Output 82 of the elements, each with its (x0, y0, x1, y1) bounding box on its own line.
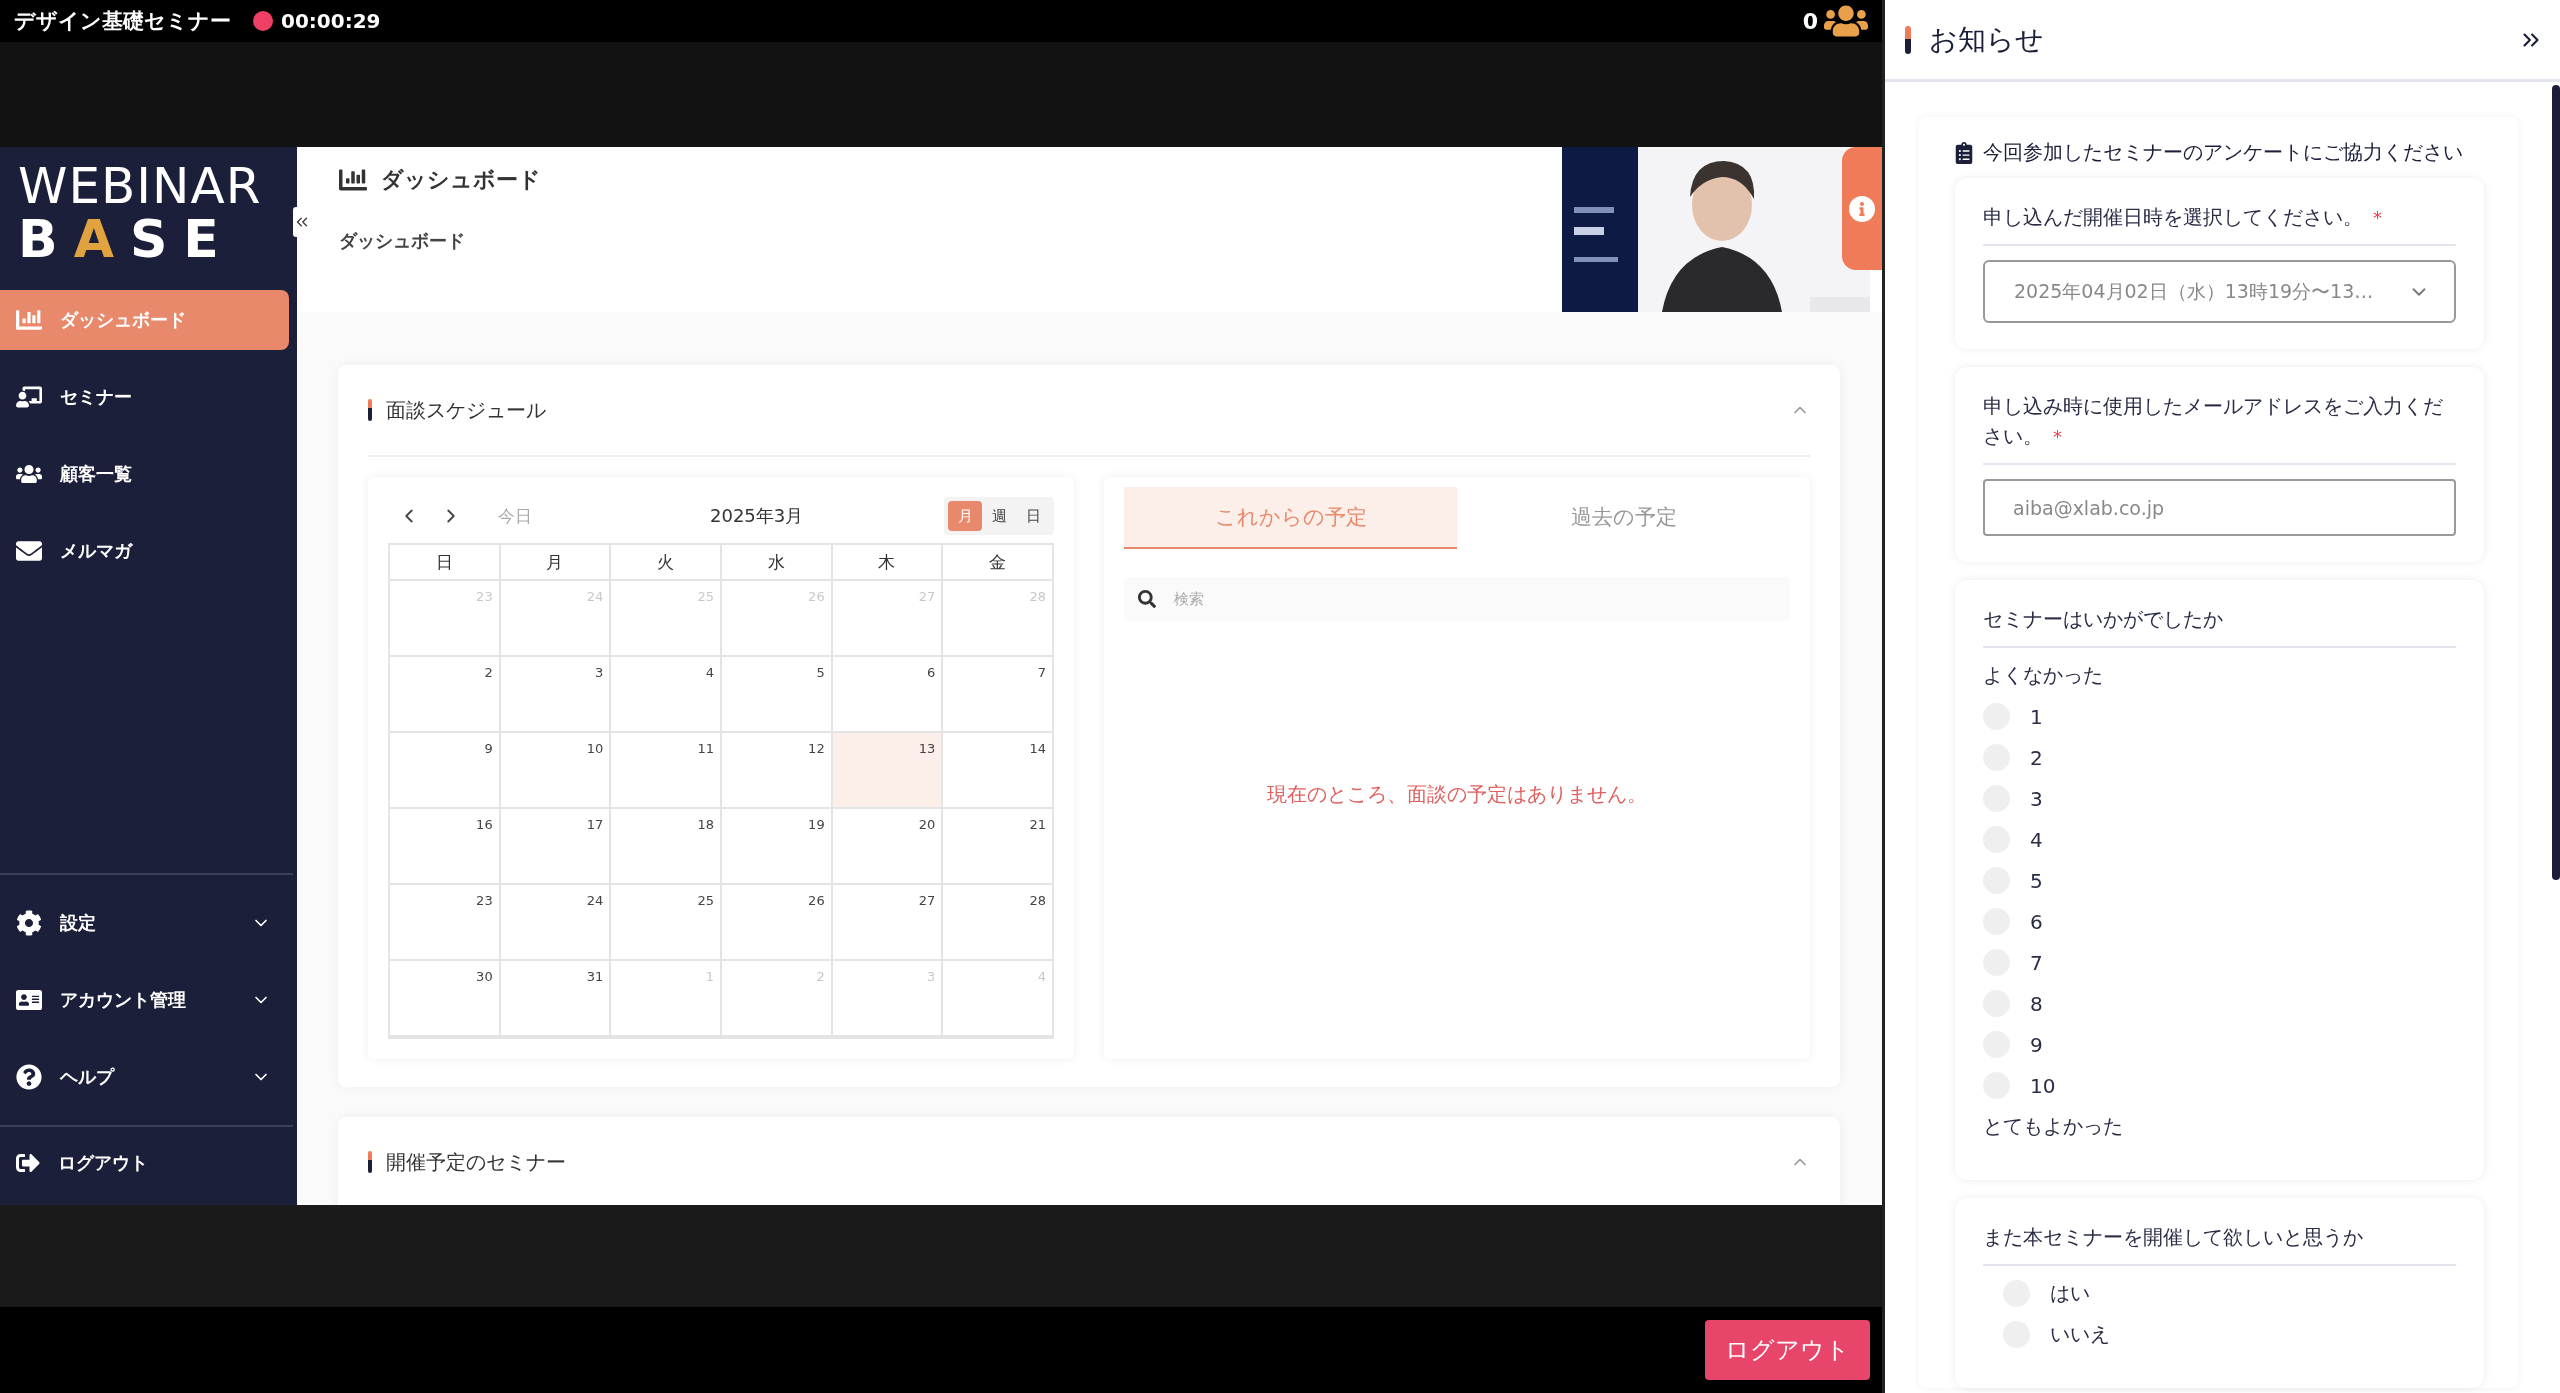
panel-title: お知らせ (1929, 21, 2044, 58)
clipboard-icon (1953, 141, 1975, 164)
calendar-day[interactable]: 21 (943, 809, 1054, 885)
logout-icon (16, 1151, 40, 1175)
bar-chart-icon (16, 307, 42, 333)
section-title: 面談スケジュール (386, 396, 546, 424)
option-label: 10 (2030, 1073, 2056, 1098)
option-label: 6 (2030, 909, 2043, 934)
calendar-day[interactable]: 30 (390, 961, 501, 1037)
option-label: 4 (2030, 827, 2043, 852)
title-marker-icon (1905, 25, 1911, 54)
info-tab[interactable] (1842, 147, 1882, 270)
search-field[interactable]: 検索 (1124, 577, 1790, 621)
date-select[interactable]: 2025年04月02日（水）13時19分〜13… (1983, 260, 2456, 323)
view-toggle[interactable]: 日 (1016, 501, 1050, 531)
elapsed-time: 00:00:29 (281, 9, 381, 33)
calendar-month: 2025年3月 (710, 504, 804, 528)
option-label: いいえ (2050, 1321, 2110, 1348)
option-label: 2 (2030, 745, 2043, 770)
calendar-day[interactable]: 27 (832, 885, 944, 961)
calendar-day[interactable]: 26 (722, 885, 833, 961)
calendar-day[interactable]: 3 (500, 657, 612, 733)
calendar-day[interactable]: 14 (943, 733, 1054, 809)
calendar-day[interactable]: 25 (611, 885, 722, 961)
calendar-day[interactable]: 19 (722, 809, 833, 885)
help-icon (16, 1064, 42, 1090)
view-toggle[interactable]: 週 (982, 501, 1016, 531)
calendar-day[interactable]: 11 (611, 733, 722, 809)
settings-icon (16, 910, 42, 936)
section-marker-icon (368, 1151, 372, 1173)
page-title: ダッシュボード (381, 166, 541, 194)
calendar-day[interactable]: 20 (832, 809, 944, 885)
sidebar-item[interactable]: セミナー (0, 367, 289, 427)
calendar-day[interactable]: 23 (390, 885, 501, 961)
question-label: 申し込み時に使用したメールアドレスをご入力ください。 * (1983, 394, 2443, 448)
participant-count: 0 (1802, 8, 1818, 34)
option-label: 1 (2030, 704, 2043, 729)
question-label: 申し込んだ開催日時を選択してください。 * (1983, 205, 2382, 229)
option-label: 3 (2030, 786, 2043, 811)
sidebar-item[interactable]: 顧客一覧 (0, 444, 289, 504)
question-label: セミナーはいかがでしたか (1983, 607, 2223, 631)
id-card-icon (16, 987, 42, 1013)
option-label: 5 (2030, 868, 2043, 893)
option-label: 7 (2030, 950, 2043, 975)
calendar-day[interactable]: 16 (390, 809, 501, 885)
calendar-day[interactable]: 17 (500, 809, 612, 885)
calendar-day[interactable]: 6 (832, 657, 944, 733)
calendar-day[interactable]: 4 (611, 657, 722, 733)
calendar-day[interactable]: 31 (500, 961, 612, 1037)
presenter-icon (16, 384, 42, 410)
calendar-day[interactable]: 9 (390, 733, 501, 809)
breadcrumb: ダッシュボード (339, 229, 466, 253)
question-label: また本セミナーを開催して欲しいと思うか (1983, 1225, 2363, 1249)
calendar-day[interactable]: 5 (722, 657, 833, 733)
sidebar-item[interactable]: ヘルプ (0, 1047, 289, 1107)
sidebar-item[interactable]: アカウント管理 (0, 970, 289, 1030)
calendar-day[interactable]: 28 (943, 885, 1054, 961)
calendar-day[interactable]: 12 (722, 733, 833, 809)
section-title: 開催予定のセミナー (386, 1148, 566, 1176)
calendar-day[interactable]: 10 (500, 733, 612, 809)
calendar-day[interactable]: 24 (500, 885, 612, 961)
scrollbar-thumb[interactable] (2552, 85, 2560, 880)
option-label: はい (2050, 1280, 2090, 1307)
sidebar-item[interactable]: 設定 (0, 893, 289, 953)
empty-message: 現在のところ、面談の予定はありません。 (1266, 781, 1648, 808)
option-label: 8 (2030, 991, 2043, 1016)
sidebar-item[interactable]: メルマガ (0, 521, 289, 581)
calendar-day[interactable]: 18 (611, 809, 722, 885)
scale-high-label: とてもよかった (1983, 1113, 2124, 1140)
survey-title: 今回参加したセミナーのアンケートにご協力ください (1983, 139, 2463, 166)
logout-button[interactable]: ログアウト (1705, 1320, 1870, 1380)
calendar-day[interactable]: 13 (832, 733, 944, 809)
logout-link[interactable]: ログアウト (0, 1133, 297, 1193)
section-marker-icon (368, 399, 372, 421)
envelope-icon (16, 538, 42, 564)
search-icon (1138, 590, 1156, 608)
calendar-day[interactable]: 2 (390, 657, 501, 733)
scale-low-label: よくなかった (1983, 662, 2104, 689)
calendar-day[interactable]: 7 (943, 657, 1054, 733)
option-label: 9 (2030, 1032, 2043, 1057)
email-field[interactable]: aiba@xlab.co.jp (1983, 479, 2456, 536)
webinar-title: デザイン基礎セミナー (14, 8, 231, 35)
